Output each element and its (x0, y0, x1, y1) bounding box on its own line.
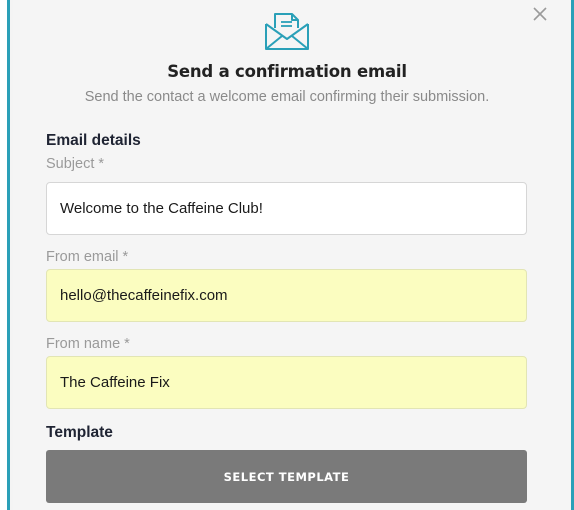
subject-label: Subject * (46, 156, 105, 172)
dialog-subtitle: Send the contact a welcome email confirm… (84, 89, 490, 105)
from-email-label: From email * (46, 249, 129, 265)
select-template-button[interactable]: SELECT TEMPLATE (46, 450, 527, 503)
from-email-input[interactable] (46, 269, 527, 322)
template-heading: Template (46, 424, 113, 441)
subject-input[interactable] (46, 182, 527, 235)
from-name-label: From name * (46, 336, 130, 352)
close-icon[interactable] (531, 5, 549, 23)
envelope-letter-icon (264, 9, 310, 51)
dialog-title: Send a confirmation email (167, 62, 407, 81)
from-name-input[interactable] (46, 356, 527, 409)
email-details-heading: Email details (46, 132, 141, 149)
